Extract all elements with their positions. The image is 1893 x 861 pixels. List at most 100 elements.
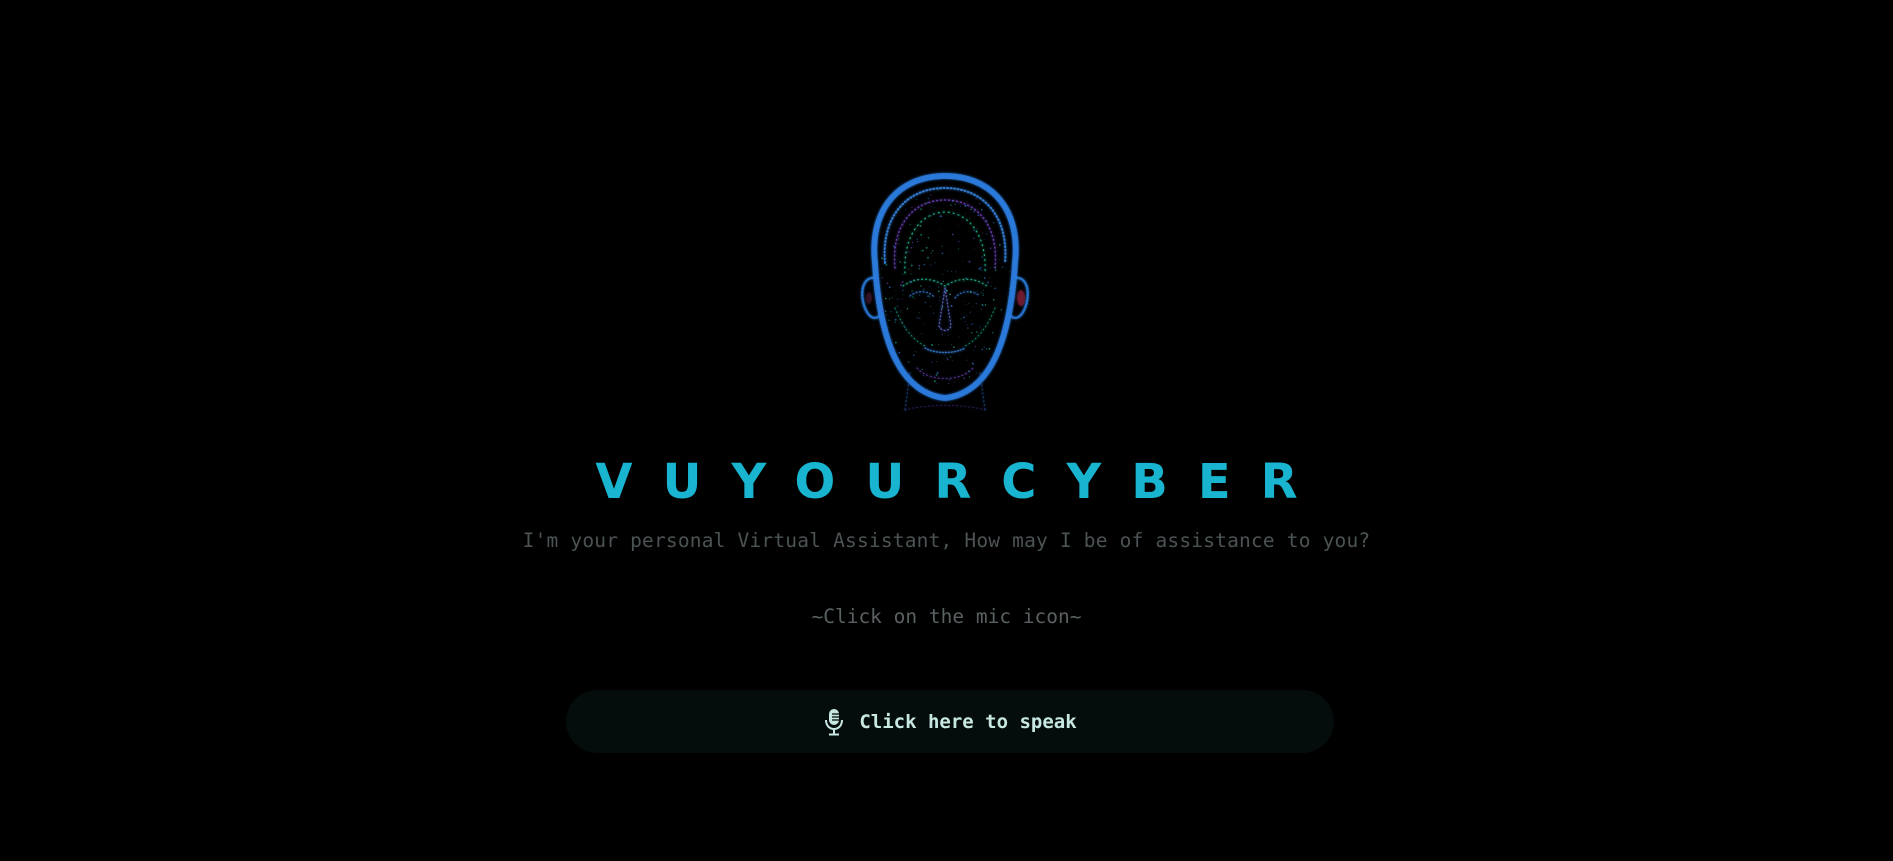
particle [879,298,882,301]
particle [922,249,924,252]
particle [895,290,897,291]
particle [881,268,883,270]
particle [990,285,992,287]
particle [947,270,949,272]
chin [916,367,974,379]
particle [950,249,952,251]
right-ear-tint [1017,290,1025,306]
particle [970,208,972,211]
particle [932,312,935,315]
brow-line [902,278,988,287]
particle [960,318,962,320]
particle [978,241,981,244]
particle [943,354,945,356]
particle [929,296,930,298]
particle [904,327,906,329]
particle [987,281,990,284]
particle [910,246,913,249]
particle [902,294,904,296]
particle [951,200,954,202]
particle [931,205,933,207]
particle [938,290,940,293]
particle [968,376,971,378]
particle [885,297,887,300]
particle [911,296,914,298]
particle [982,232,984,234]
particle [911,290,913,292]
particle [906,251,908,253]
particle [989,247,992,250]
particle [941,333,944,336]
particle [994,266,996,268]
particle [953,346,955,349]
particle [921,368,923,371]
particle [950,343,953,345]
particle [990,267,992,269]
particle [915,351,916,353]
particle [906,308,909,310]
particle [908,251,910,253]
particle [966,359,968,361]
particle [986,233,988,235]
particle [929,305,932,308]
particle [916,238,919,240]
particle [969,217,971,219]
particle [927,256,929,259]
particle [918,311,920,314]
particle [922,374,925,377]
particle [974,345,977,348]
particle [971,323,973,325]
particle [927,236,930,239]
mouth [924,347,966,354]
particle [937,382,939,384]
particle [974,247,976,249]
particle [930,215,932,217]
particle [923,288,925,290]
particle [980,266,982,269]
particle [986,220,988,222]
particle [965,323,968,326]
particle [992,238,994,240]
particle [942,280,944,282]
particle [924,301,927,304]
particle [950,302,952,304]
particle [963,377,966,380]
particle [918,294,921,296]
particle [1009,287,1012,290]
particle [947,284,949,286]
particle [945,355,947,356]
particle [949,284,951,286]
particle [935,373,938,376]
particle [977,214,979,217]
particle [926,381,928,383]
particle [894,321,897,324]
particle [909,224,911,226]
particle [968,302,970,304]
particle [910,264,913,267]
speak-button[interactable]: Click here to speak [566,690,1334,753]
particle [919,224,922,227]
particle [979,276,981,278]
particle [979,325,982,328]
app-title: VUYOURCYBER [595,454,1328,510]
head-inner-ring-3 [904,211,986,274]
particle [927,295,930,298]
particle [895,341,897,344]
particle [947,334,949,337]
particle [939,300,941,301]
particle [981,256,984,258]
particle [942,273,944,275]
particle [971,362,974,364]
particle [900,284,902,287]
particle [929,264,931,265]
particle [898,311,900,313]
particle [950,305,953,307]
particle [916,316,919,318]
particle [900,310,902,312]
particle [957,240,960,243]
particle [993,235,995,237]
particle [898,237,900,240]
particle [941,252,944,255]
particle [967,327,969,329]
particle [945,289,948,292]
